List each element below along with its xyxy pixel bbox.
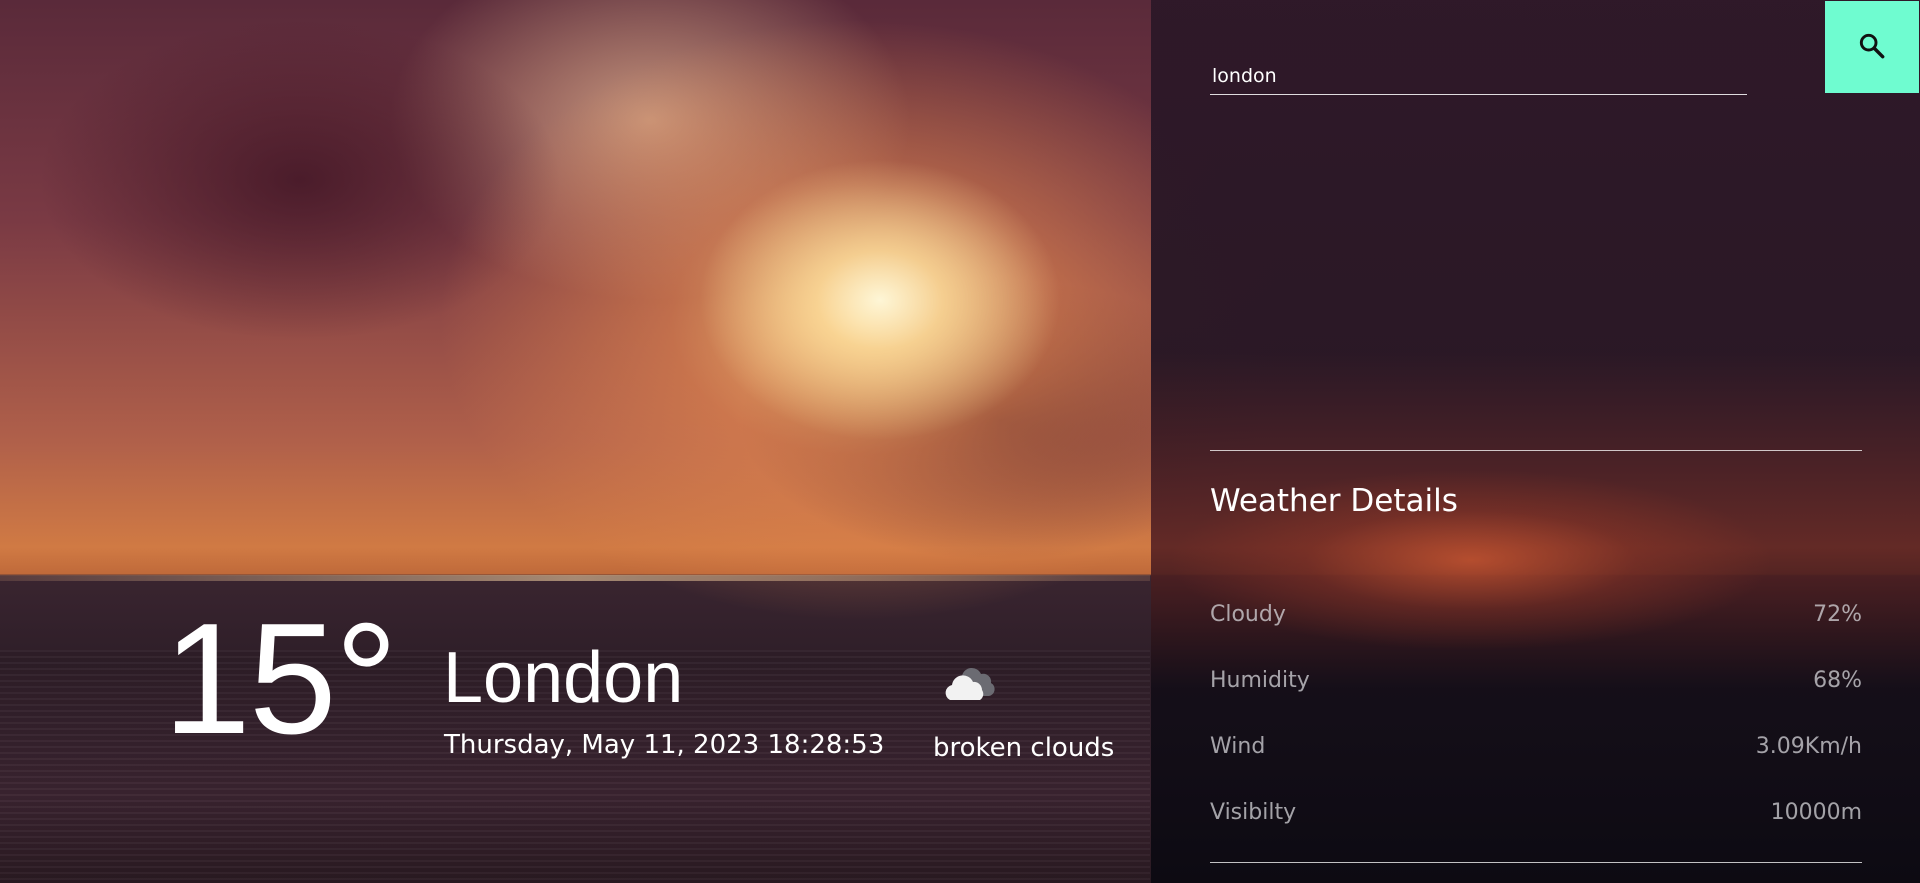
detail-row-visibility: Visibilty 10000m <box>1210 800 1862 825</box>
detail-label: Wind <box>1210 734 1266 759</box>
detail-value: 72% <box>1813 602 1862 627</box>
weather-app: Weather Details Cloudy 72% Humidity 68% … <box>0 0 1920 883</box>
search-button[interactable] <box>1825 1 1919 93</box>
detail-label: Humidity <box>1210 668 1310 693</box>
detail-value: 68% <box>1813 668 1862 693</box>
search-input[interactable] <box>1210 60 1747 92</box>
divider-bottom <box>1210 862 1862 863</box>
horizon-glow <box>0 575 1150 581</box>
search-icon <box>1856 30 1888 65</box>
detail-row-cloudy: Cloudy 72% <box>1210 602 1862 627</box>
detail-label: Visibilty <box>1210 800 1297 825</box>
search-bar <box>1210 60 1747 95</box>
detail-value: 10000m <box>1770 800 1862 825</box>
cloud-icon <box>940 662 998 706</box>
detail-row-humidity: Humidity 68% <box>1210 668 1862 693</box>
detail-row-wind: Wind 3.09Km/h <box>1210 734 1862 759</box>
divider-top <box>1210 450 1862 451</box>
city-name: London <box>443 638 684 718</box>
detail-label: Cloudy <box>1210 602 1286 627</box>
temperature: 15° <box>163 591 398 767</box>
details-title: Weather Details <box>1210 483 1458 519</box>
condition-text: broken clouds <box>933 733 1115 763</box>
detail-value: 3.09Km/h <box>1755 734 1862 759</box>
date-time: Thursday, May 11, 2023 18:28:53 <box>444 730 885 760</box>
